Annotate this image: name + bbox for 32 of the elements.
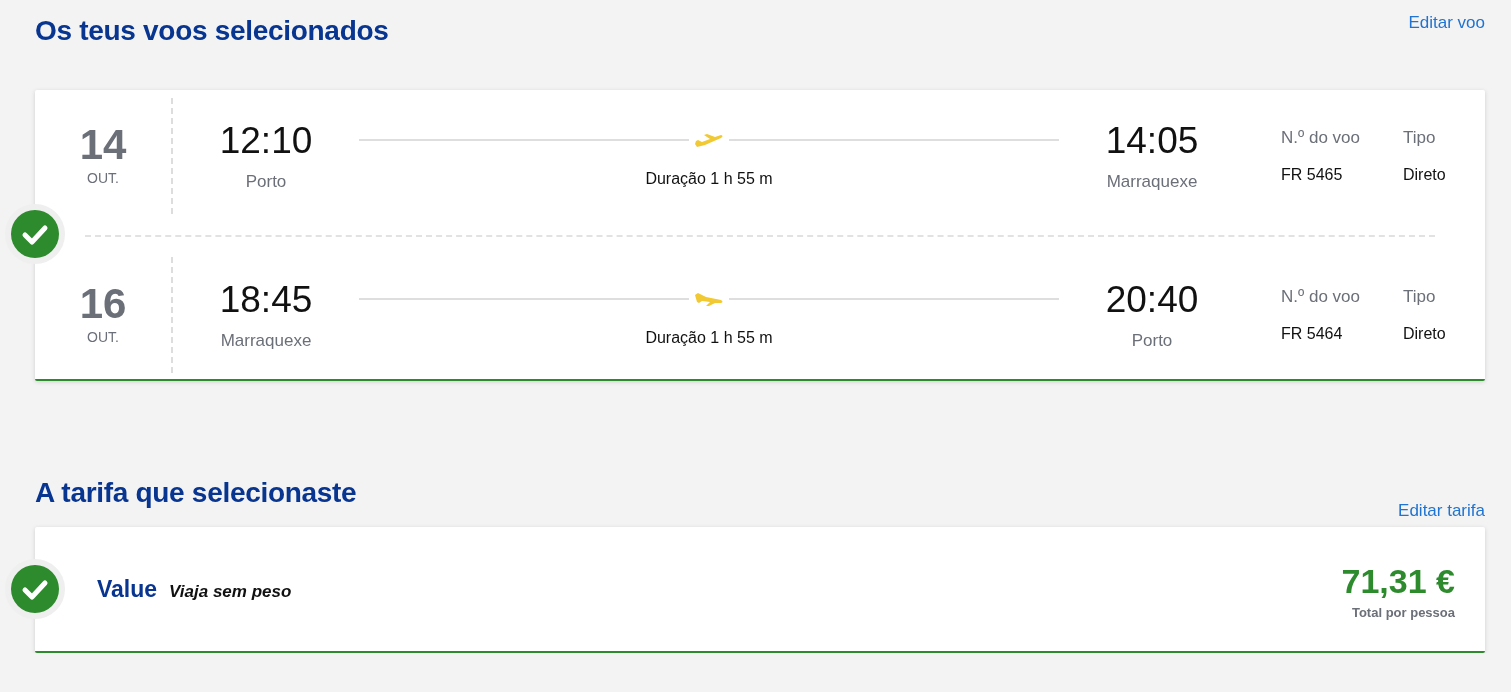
plane-landing-icon <box>693 291 725 307</box>
flight-type: Direto <box>1403 166 1446 184</box>
flight-duration: Duração 1 h 55 m <box>645 170 773 188</box>
arrival-city: Marraquexe <box>1106 172 1198 192</box>
field-label: N.º do voo <box>1281 128 1361 148</box>
fare-description: Viaja sem peso <box>169 581 292 602</box>
fare-price: 71,31 € <box>1341 562 1455 601</box>
departure-city: Marraquexe <box>220 331 312 351</box>
departure-time: 18:45 <box>219 279 313 321</box>
arrival-time: 14:05 <box>1105 120 1199 162</box>
departure-city: Porto <box>245 172 287 192</box>
section-title: A tarifa que selecionaste <box>35 477 357 509</box>
arrival-time: 20:40 <box>1105 279 1199 321</box>
departure-time: 12:10 <box>219 120 313 162</box>
field-label: Tipo <box>1403 287 1437 307</box>
flight-number: FR 5464 <box>1281 325 1344 343</box>
edit-link[interactable]: Editar tarifa <box>1398 501 1485 521</box>
flight-number: FR 5465 <box>1281 166 1344 184</box>
plane-takeoff-icon <box>693 132 725 148</box>
edit-link[interactable]: Editar voo <box>1408 13 1485 33</box>
date-day: 14 <box>79 124 127 166</box>
price-note: Total por pessoa <box>1351 605 1455 620</box>
field-label: N.º do voo <box>1281 287 1361 307</box>
date-month: OUT. <box>87 329 119 345</box>
fare-name: Value <box>97 575 158 603</box>
flight-duration: Duração 1 h 55 m <box>645 329 773 347</box>
date-day: 16 <box>79 283 127 325</box>
date-month: OUT. <box>87 170 119 186</box>
field-label: Tipo <box>1403 128 1437 148</box>
section-title: Os teus voos selecionados <box>35 15 389 47</box>
flight-type: Direto <box>1403 325 1446 343</box>
arrival-city: Porto <box>1131 331 1173 351</box>
